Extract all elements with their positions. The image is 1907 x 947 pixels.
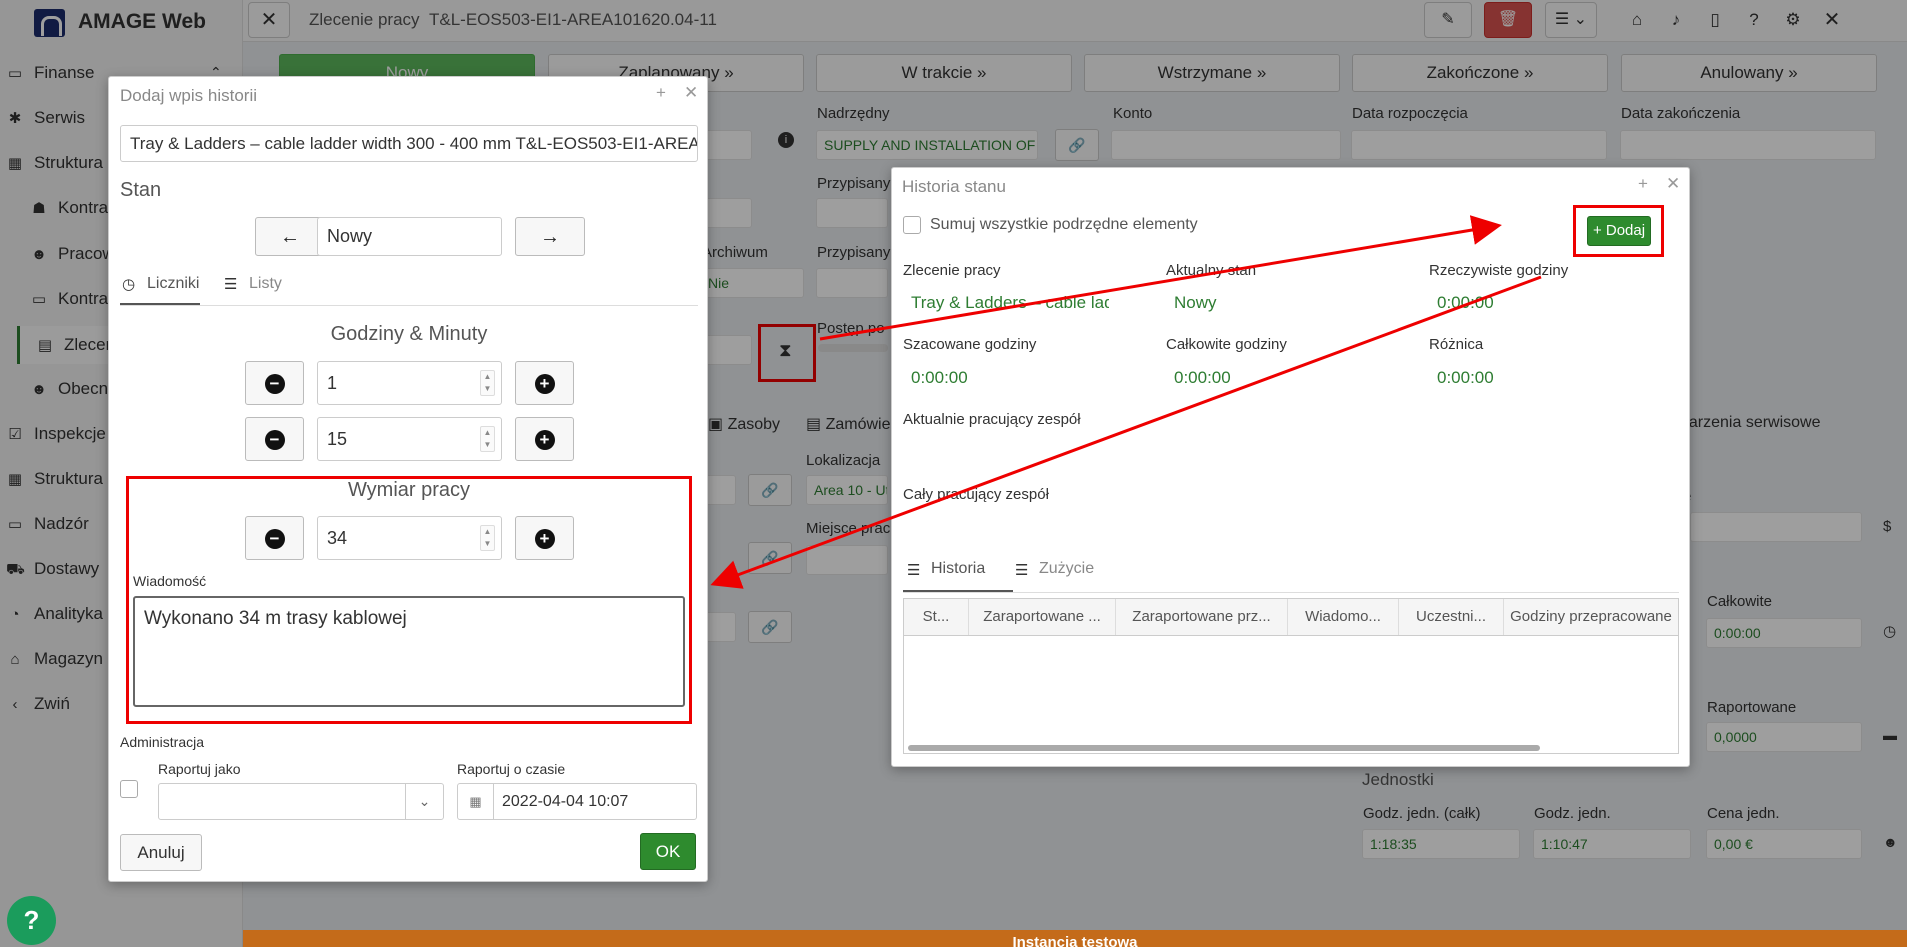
arrow-hourglass-to-add [819, 215, 1502, 341]
arrow-add-to-work [710, 275, 1542, 589]
help-button[interactable]: ? [7, 896, 56, 945]
annotation-arrows [710, 215, 1542, 589]
